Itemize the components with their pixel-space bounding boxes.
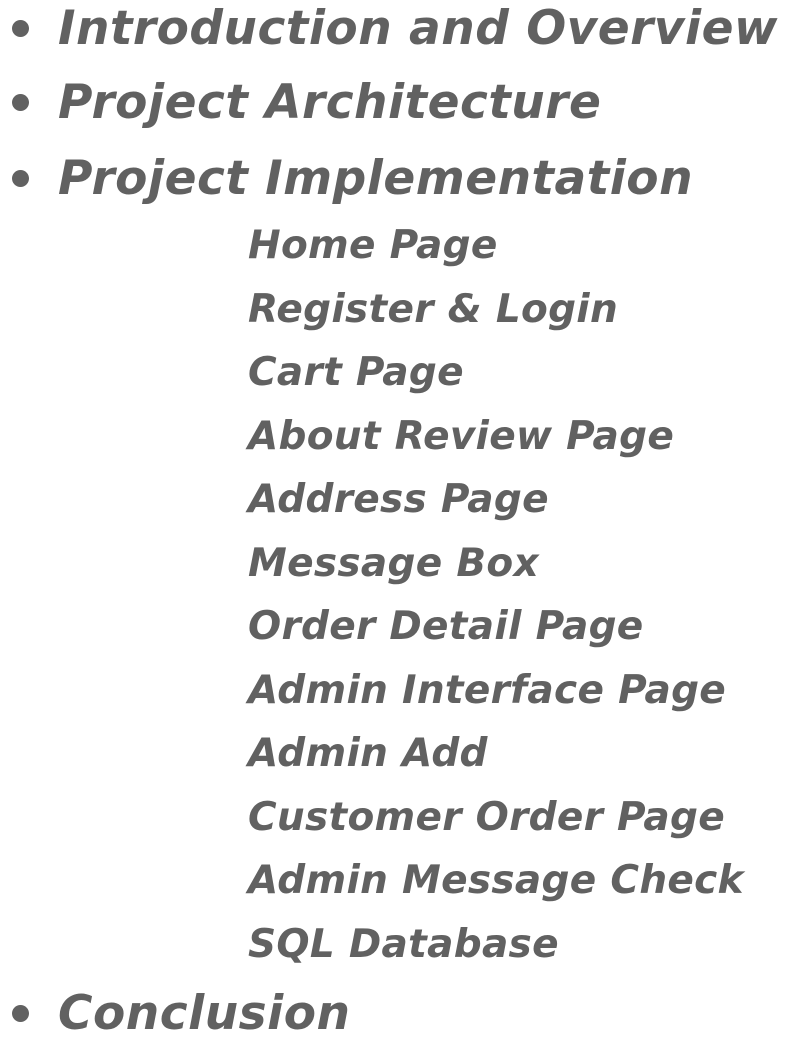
sublist-item-admin-add: Admin Add (248, 731, 488, 776)
sublist-item-address-page: Address Page (248, 477, 549, 522)
bullet-icon (12, 20, 29, 37)
outline-item-label: Introduction and Overview (58, 1, 778, 56)
agenda-outline: Introduction and Overview Project Archit… (0, 0, 798, 1041)
sublist-item-about-review-page: About Review Page (248, 413, 675, 459)
outline-item-label: Conclusion (58, 986, 351, 1041)
bullet-icon (12, 1005, 29, 1022)
bullet-icon (12, 94, 29, 111)
outline-item-architecture: Project Architecture (0, 74, 798, 134)
sublist-item-home-page: Home Page (248, 223, 498, 268)
outline-item-conclusion: Conclusion (0, 985, 798, 1045)
sublist-item-cart-page: Cart Page (248, 350, 464, 395)
bullet-icon (12, 170, 29, 187)
sublist-item-register-login: Register & Login (248, 286, 619, 332)
outline-item-label: Project Architecture (58, 75, 602, 130)
sublist-item-order-detail-page: Order Detail Page (248, 604, 644, 649)
outline-item-implementation: Project Implementation (0, 150, 798, 210)
sublist-item-admin-interface-page: Admin Interface Page (248, 667, 727, 713)
outline-item-introduction: Introduction and Overview (0, 0, 798, 60)
sublist-item-message-box: Message Box (248, 540, 539, 586)
sublist-item-customer-order-page: Customer Order Page (248, 794, 725, 840)
sublist-item-sql-database: SQL Database (248, 921, 559, 967)
outline-item-label: Project Implementation (58, 151, 694, 206)
sublist-item-admin-message-check: Admin Message Check (248, 858, 744, 903)
